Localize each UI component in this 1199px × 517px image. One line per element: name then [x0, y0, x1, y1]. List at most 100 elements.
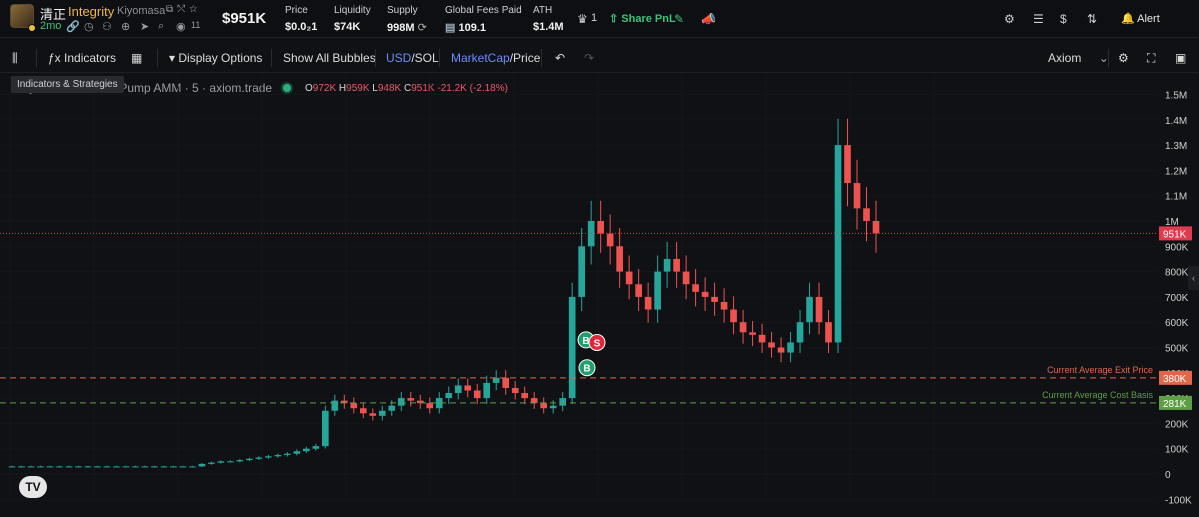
candle-body: [84, 466, 92, 468]
candle-body: [312, 446, 320, 449]
candle-body: [293, 451, 301, 454]
link-icon[interactable]: 🔗: [66, 20, 80, 33]
candle-body: [103, 466, 111, 468]
layout-grid-icon[interactable]: ▦: [131, 51, 142, 65]
holders-count: 11: [191, 20, 201, 30]
chart-source-select[interactable]: Axiom ⌄: [1048, 51, 1109, 65]
trade-marker-label: B: [582, 336, 589, 347]
candle-style-icon[interactable]: ⫼: [12, 51, 18, 66]
screenshot-icon[interactable]: ▣: [1175, 51, 1186, 65]
candle-body: [492, 377, 500, 383]
candle-body: [65, 466, 73, 468]
candle-body: [179, 466, 187, 468]
undo-icon[interactable]: ↶: [555, 51, 565, 65]
watch-count: 1: [591, 12, 598, 24]
dollar-icon[interactable]: $: [1060, 12, 1067, 26]
copy-icon[interactable]: ⧉: [166, 4, 177, 15]
mcap-price-toggle[interactable]: MarketCap/Price: [451, 51, 540, 65]
candle-body: [711, 296, 718, 302]
fees-icon: ▤: [445, 22, 456, 34]
candle-body: [815, 296, 823, 323]
tradingview-logo[interactable]: TV: [19, 476, 47, 498]
sort-icon[interactable]: ⇅: [1087, 12, 1097, 26]
candle-body: [255, 457, 263, 459]
candle-body: [94, 466, 101, 468]
candle-body: [796, 322, 804, 343]
candle-body: [122, 466, 130, 468]
candle-body: [350, 403, 358, 409]
star-icon[interactable]: ☆: [189, 4, 201, 15]
candle-body: [369, 413, 377, 416]
price-chart[interactable]: 1.5M 1.4M 1.3M 1.2M 1.1M 1M 900K 800K 700K 600K 50…: [0, 76, 1199, 517]
show-all-bubbles-button[interactable]: Show All Bubbles: [283, 51, 376, 65]
candle-body: [606, 233, 614, 247]
panel-collapse-tab[interactable]: ‹: [1188, 266, 1199, 290]
token-dev-name[interactable]: Kiyomasa: [117, 5, 165, 17]
refresh-icon: ⟳: [417, 22, 427, 34]
candle-body: [758, 334, 766, 343]
list-icon[interactable]: ☰: [1033, 12, 1044, 26]
indicators-button[interactable]: ƒx Indicators: [48, 51, 116, 65]
alert-button[interactable]: 🔔 Alert: [1121, 12, 1160, 25]
globe-icon[interactable]: ⊕: [121, 20, 130, 33]
telegram-icon[interactable]: ➤: [140, 20, 149, 33]
candle-body: [321, 410, 329, 447]
search-icon[interactable]: ⌕: [158, 20, 164, 33]
candle-body: [844, 145, 851, 184]
crown-icon[interactable]: ♛: [577, 12, 588, 26]
share-pnl-button[interactable]: ⇧ Share PnL: [609, 12, 676, 25]
candle-body: [37, 466, 44, 468]
candle-body: [673, 258, 680, 272]
currency-toggle[interactable]: USD/SOL: [386, 51, 439, 65]
candle-body: [635, 284, 642, 297]
candle-body: [730, 309, 737, 323]
candle-body: [132, 466, 139, 468]
share-icon[interactable]: ⤲: [177, 4, 189, 15]
candle-body: [359, 408, 367, 414]
users-icon[interactable]: ⚇: [102, 20, 112, 33]
candle-body: [701, 291, 709, 297]
candle-body: [141, 466, 149, 468]
fullscreen-icon[interactable]: ⛶: [1147, 51, 1155, 66]
y-tick-label: 800K: [1165, 268, 1189, 279]
candle-body: [768, 342, 775, 348]
indicators-tooltip: Indicators & Strategies: [11, 76, 124, 93]
caret-down-icon: ▾: [169, 51, 176, 65]
stat-liquidity: Liquidity $74K: [334, 5, 371, 33]
candle-body: [483, 382, 491, 399]
candle-body: [806, 296, 813, 323]
candle-body: [692, 284, 699, 292]
clock-icon[interactable]: ◷: [84, 20, 94, 33]
candle-body: [872, 221, 880, 234]
candle-body: [18, 466, 25, 468]
y-tick-label: 700K: [1165, 293, 1189, 304]
candle-body: [56, 466, 63, 468]
megaphone-icon[interactable]: 📣: [701, 12, 716, 26]
candle-body: [198, 463, 206, 467]
settings-icon[interactable]: ⚙: [1004, 12, 1015, 26]
y-tick-label: 900K: [1165, 242, 1189, 253]
trade-marker-label: S: [594, 338, 601, 349]
candle-body: [682, 271, 690, 285]
candle-body: [303, 448, 310, 452]
candle-body: [663, 258, 671, 272]
level-line-label: Current Average Cost Basis: [1042, 390, 1153, 400]
pin-icon[interactable]: ✎: [674, 12, 684, 26]
candle-body: [426, 403, 434, 409]
y-tick-label: 500K: [1165, 344, 1189, 355]
display-options-button[interactable]: ▾ Display Options: [169, 51, 262, 65]
level-price-label: 380K: [1163, 374, 1187, 385]
stat-supply: Supply 998M ⟳: [387, 5, 427, 34]
candle-body: [407, 398, 415, 401]
candle-body: [189, 466, 196, 468]
candle-body: [654, 271, 661, 310]
candle-body: [454, 385, 462, 394]
eye-icon[interactable]: ◉: [176, 20, 186, 33]
y-tick-label: 1.4M: [1165, 116, 1187, 127]
token-age: 2mo: [40, 20, 62, 32]
chart-settings-icon[interactable]: ⚙: [1118, 51, 1129, 65]
redo-icon[interactable]: ↷: [584, 51, 594, 65]
candle-body: [217, 461, 225, 463]
candle-body: [331, 400, 339, 411]
token-name: Integrity: [68, 4, 115, 19]
